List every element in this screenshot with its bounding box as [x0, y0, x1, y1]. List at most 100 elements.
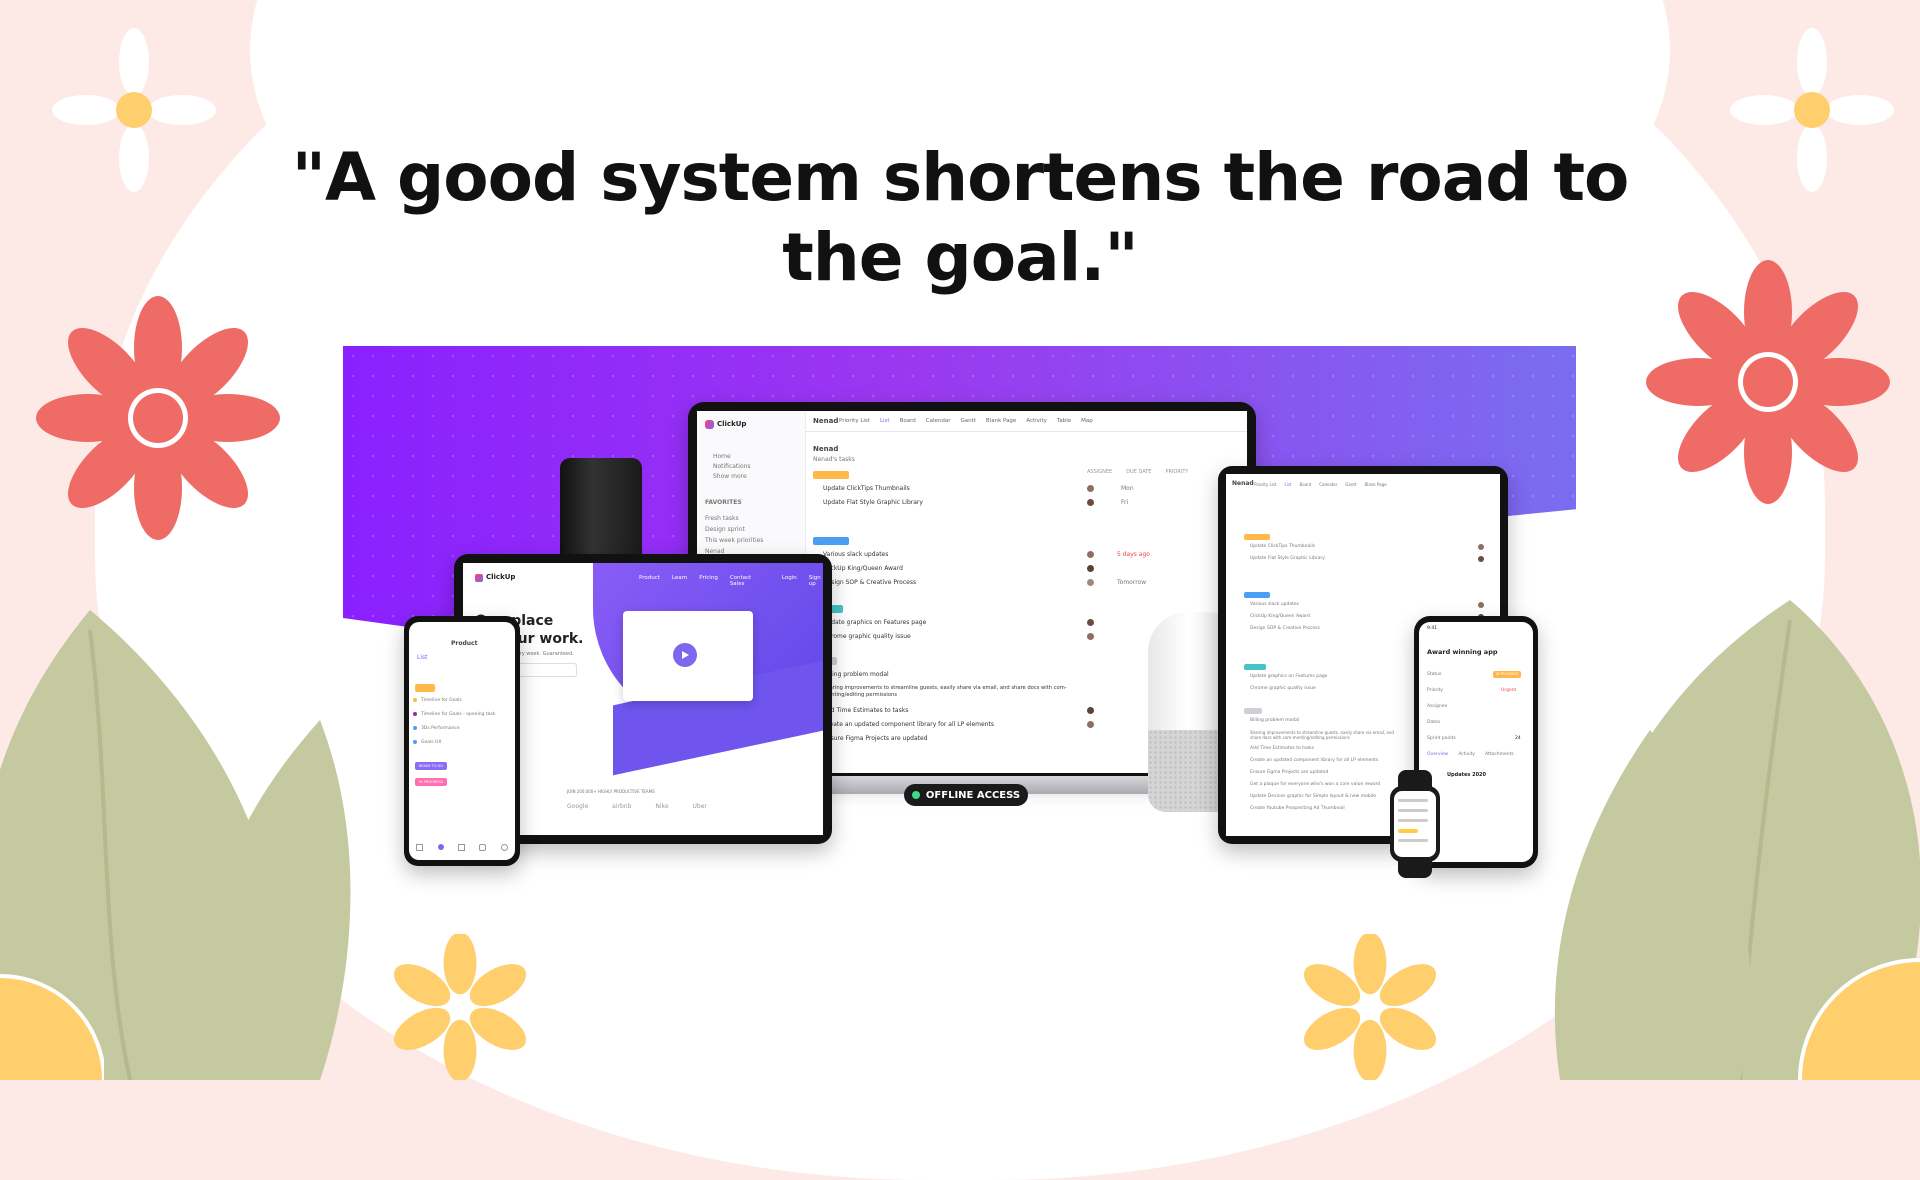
tab-activity[interactable]: Activity — [1458, 752, 1475, 757]
sidebar-favorite-item[interactable]: This week priorities — [705, 537, 763, 544]
online-status-icon — [911, 791, 920, 799]
avatar — [1087, 551, 1094, 558]
sidebar-item-home[interactable]: Home — [713, 453, 731, 460]
task-row[interactable]: Update ClickTips Thumbnails — [1250, 544, 1315, 549]
nav-pricing[interactable]: Pricing — [699, 575, 718, 587]
tab-blank-page[interactable]: Blank Page — [986, 418, 1016, 428]
task-row[interactable]: Update graphics on Features page — [823, 619, 926, 626]
avatar — [1087, 619, 1094, 626]
task-row[interactable]: Sharing improvements to streamline guest… — [823, 685, 1083, 699]
task-row[interactable]: Add Time Estimates to tasks — [1250, 746, 1314, 751]
task-row[interactable]: Billing problem modal — [1250, 718, 1299, 723]
sidebar-favorite-item[interactable]: Fresh tasks — [705, 515, 739, 522]
laptop-column-headers: ASSIGNEE DUE DATE PRIORITY — [1087, 469, 1188, 475]
task-row[interactable]: Chrome graphic quality issue — [823, 633, 911, 640]
task-row[interactable]: Update Flat Style Graphic Library — [1250, 556, 1325, 561]
tab-map[interactable]: Map — [1081, 418, 1093, 428]
laptop-tab-divider — [805, 431, 1247, 432]
laptop-tabs: Priority List List Board Calendar Gantt … — [839, 418, 1239, 428]
update-title: Updates 2020 — [1447, 772, 1487, 778]
watch-item — [1398, 839, 1428, 842]
nav-sign-up[interactable]: Sign up — [809, 575, 823, 587]
task-row[interactable]: Sharing improvements to streamline guest… — [1250, 730, 1400, 740]
task-row[interactable]: Chrome graphic quality issue — [1250, 686, 1316, 691]
tab-calendar[interactable]: Calendar — [926, 418, 951, 428]
tab-priority-list[interactable]: Priority List — [1254, 482, 1277, 487]
client-logo-google: Google — [567, 803, 589, 810]
task-row[interactable]: Create Youtube Prospecting Ad Thumbnail — [1250, 806, 1345, 811]
task-row[interactable]: Design SOP & Creative Process — [823, 579, 916, 586]
tab-board[interactable]: Board — [1300, 482, 1312, 487]
nav-product[interactable]: Product — [639, 575, 660, 587]
play-video-button[interactable] — [673, 643, 697, 667]
field-label: Dates — [1427, 720, 1441, 725]
tab-list[interactable]: List — [880, 418, 890, 428]
sidebar-item-show-more[interactable]: Show more — [713, 473, 747, 480]
sidebar-favorite-item[interactable]: Design sprint — [705, 526, 745, 533]
task-row[interactable]: Add Time Estimates to tasks — [823, 707, 908, 714]
phone-task[interactable]: Timeline for Goals - opening task — [421, 712, 495, 717]
task-row[interactable]: Create an updated component library for … — [823, 721, 994, 728]
status-pill-orange — [415, 684, 435, 692]
grid-icon[interactable] — [457, 844, 465, 851]
profile-icon[interactable] — [500, 844, 508, 851]
task-row[interactable]: Billing problem modal — [823, 671, 889, 678]
phone-task[interactable]: 3Ds Performance — [421, 726, 460, 731]
task-row[interactable]: Various slack updates — [1250, 602, 1299, 607]
task-status-icon — [413, 740, 417, 744]
clickup-logo-icon — [705, 420, 714, 429]
tab-table[interactable]: Table — [1057, 418, 1071, 428]
sidebar-item-notifications[interactable]: Notifications — [713, 463, 751, 470]
tab-gantt[interactable]: Gantt — [960, 418, 975, 428]
task-row[interactable]: Ensure Figma Projects are updated — [1250, 770, 1328, 775]
tab-activity[interactable]: Activity — [1026, 418, 1047, 428]
tab-priority-list[interactable]: Priority List — [839, 418, 870, 428]
tasks-icon[interactable] — [437, 844, 444, 850]
tab-list[interactable]: List — [1285, 482, 1292, 487]
tab-calendar[interactable]: Calendar — [1319, 482, 1337, 487]
tab-board[interactable]: Board — [900, 418, 916, 428]
task-row[interactable]: Ensure Figma Projects are updated — [823, 735, 928, 742]
status-value-pill[interactable]: IN PROGRESS — [1493, 671, 1521, 678]
tab-overview[interactable]: Overview — [1427, 752, 1448, 757]
watch-item — [1398, 809, 1428, 812]
task-row[interactable]: Design SOP & Creative Process — [1250, 626, 1320, 631]
tab-gantt[interactable]: Gantt — [1345, 482, 1356, 487]
bell-icon[interactable] — [479, 844, 487, 851]
task-row[interactable]: Get a plaque for everyone who's won a co… — [1250, 782, 1380, 787]
phone-left-screen: Product List Timeline for Goals Timeline… — [409, 622, 515, 860]
phone-task[interactable]: Timeline for Goals — [421, 698, 462, 703]
nav-contact-sales[interactable]: Contact Sales — [730, 575, 756, 587]
leaf-left-small-icon — [201, 720, 351, 1080]
group-pill-orange — [1244, 534, 1270, 540]
nav-login[interactable]: Login — [782, 575, 797, 587]
task-row[interactable]: Update Flat Style Graphic Library — [823, 499, 923, 506]
laptop-workspace-name: Nenad — [813, 417, 839, 425]
watch-item — [1398, 799, 1428, 802]
play-icon — [682, 651, 689, 659]
coral-flower-left-icon — [36, 296, 280, 540]
nav-learn[interactable]: Learn — [672, 575, 687, 587]
tab-attachments[interactable]: Attachments — [1485, 752, 1514, 757]
task-row[interactable]: Various slack updates — [823, 551, 888, 558]
task-row[interactable]: Update graphics on Features page — [1250, 674, 1327, 679]
avatar — [1087, 633, 1094, 640]
task-row[interactable]: ClickUp King/Queen Award — [1250, 614, 1310, 619]
task-row[interactable]: Update Devices graphic for Simple layout… — [1250, 794, 1376, 799]
task-row[interactable]: ClickUp King/Queen Award — [823, 565, 903, 572]
avatar — [1087, 721, 1094, 728]
phone-task[interactable]: Goals UX — [421, 740, 441, 745]
group-pill-gray — [1244, 708, 1262, 714]
due-date: 5 days ago — [1117, 551, 1150, 558]
tab-blank-page[interactable]: Blank Page — [1365, 482, 1387, 487]
phone-left-view[interactable]: List — [417, 654, 428, 661]
client-logo-nike: Nike — [655, 803, 669, 810]
task-row[interactable]: Create an updated component library for … — [1250, 758, 1378, 763]
group-pill-blue — [1244, 592, 1270, 598]
tablet-right-workspace: Nenad — [1232, 480, 1254, 487]
column-assignee: ASSIGNEE — [1087, 469, 1113, 475]
avatar — [1087, 579, 1094, 586]
priority-value[interactable]: Urgent — [1501, 688, 1516, 693]
task-row[interactable]: Update ClickTips Thumbnails — [823, 485, 910, 492]
home-icon[interactable] — [416, 844, 424, 851]
